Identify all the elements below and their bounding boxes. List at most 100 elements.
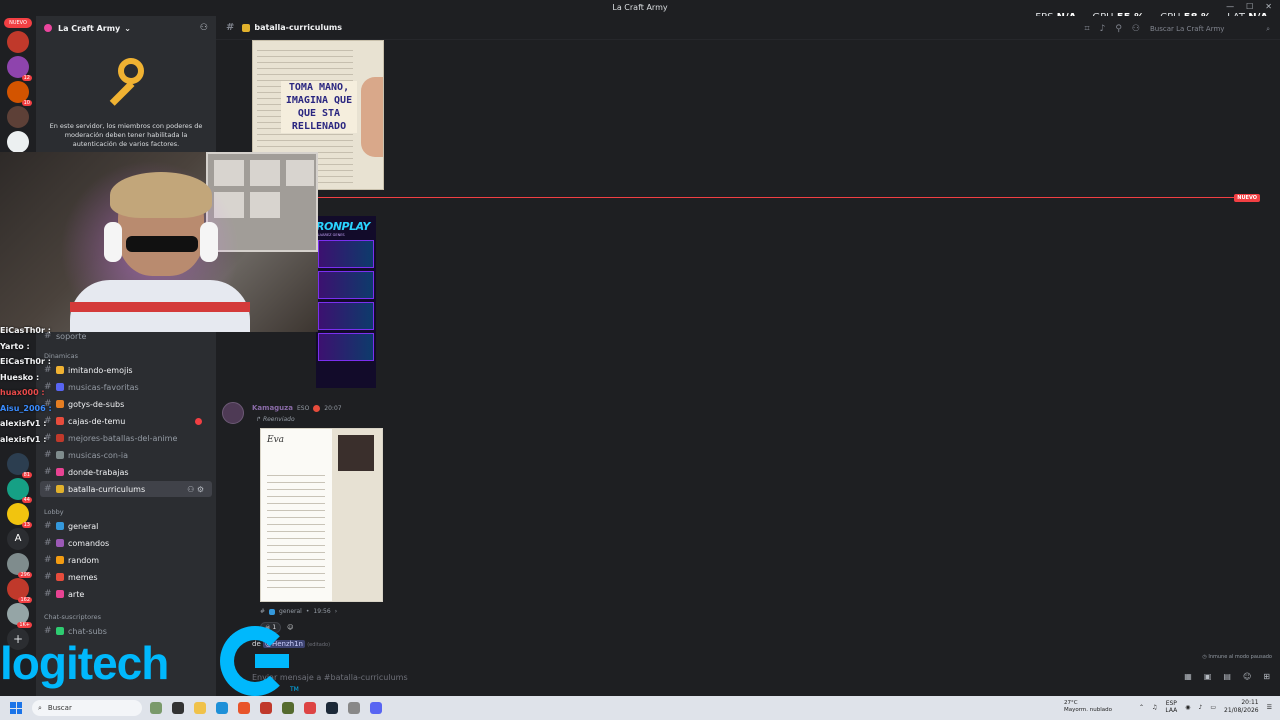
chat-user: Huesko : — [0, 372, 40, 382]
avatar[interactable] — [222, 402, 244, 424]
taskbar-search[interactable]: ⌕ Buscar — [32, 700, 142, 716]
close-icon[interactable]: ✕ — [1265, 2, 1272, 11]
image-caption: TOMA MANO, IMAGINA QUE QUE STA RELLENADO — [281, 81, 357, 133]
app-icon[interactable] — [304, 702, 316, 714]
threads-icon[interactable]: ⌗ — [1085, 24, 1090, 34]
channel-comandos[interactable]: # comandos — [40, 535, 212, 551]
message-list: TOMA MANO, IMAGINA QUE QUE STA RELLENADO… — [216, 40, 1280, 664]
channel-random[interactable]: # random — [40, 552, 212, 568]
mute-icon[interactable]: ♪ — [1100, 24, 1106, 34]
start-icon[interactable] — [10, 702, 22, 714]
window-title: La Craft Army — [612, 3, 668, 12]
app-a-icon[interactable]: A — [7, 528, 29, 550]
brave-icon[interactable] — [238, 702, 250, 714]
taskbar: ⌕ Buscar 27°C Mayorm. nublado ⌃ ♫ ESP LAA… — [0, 696, 1280, 720]
server-header[interactable]: La Craft Army ⌄ ⚇ — [36, 16, 216, 40]
emoji-icon[interactable]: ☺ — [1243, 672, 1251, 681]
channel-arte[interactable]: # arte — [40, 586, 212, 602]
chat-user: alexisfv1 : — [0, 434, 47, 444]
server-icon[interactable]: 1K+ — [7, 603, 32, 628]
attachment-image[interactable]: Eva — [260, 428, 383, 602]
server-icon[interactable] — [7, 131, 29, 153]
app-icon[interactable] — [282, 702, 294, 714]
category-lobby[interactable]: Lobby — [44, 508, 64, 516]
new-messages-tag: NUEVO — [1234, 194, 1260, 202]
maximize-icon[interactable]: ☐ — [1246, 2, 1253, 11]
channel-donde-trabajas[interactable]: # donde-trabajas — [40, 464, 212, 480]
server-name: La Craft Army — [58, 23, 121, 33]
chevron-up-icon[interactable]: ⌃ — [1139, 704, 1144, 711]
discord-icon[interactable] — [370, 702, 382, 714]
forwarded-label: ↱ Reenviado — [256, 416, 295, 423]
channel-settings-icon[interactable]: ⚇ ⚙ — [187, 485, 204, 494]
channel-memes[interactable]: # memes — [40, 569, 212, 585]
message-author[interactable]: Kamaguza — [252, 404, 293, 412]
chat-user: huax000 : — [0, 388, 45, 397]
language-indicator[interactable]: ESP LAA — [1165, 700, 1177, 714]
message-input[interactable]: Enviar mensaje a # batalla-curriculums — [246, 668, 1246, 686]
mfa-text: En este servidor, los miembros con poder… — [49, 122, 203, 148]
key-icon — [96, 54, 156, 114]
wifi-icon[interactable]: ◉ — [1185, 704, 1190, 711]
hash-icon: # — [226, 22, 235, 33]
chat-user: EiCasTh0r : — [0, 326, 51, 335]
nuevo-badge: NUEVO — [4, 18, 32, 28]
forward-icon: ↱ — [256, 416, 263, 423]
search-icon: ⌕ — [38, 703, 42, 712]
server-icon[interactable]: 12 — [7, 56, 32, 81]
sticker-icon[interactable]: ▤ — [1223, 672, 1231, 681]
server-icon[interactable]: 10 — [7, 81, 32, 106]
file-explorer-icon[interactable] — [194, 702, 206, 714]
volume-icon[interactable]: ♪ — [1199, 704, 1203, 711]
channel-emoji-icon — [269, 608, 276, 615]
members-icon[interactable]: ⚇ — [1132, 24, 1140, 34]
server-icon[interactable]: 162 — [7, 578, 32, 603]
battery-icon[interactable]: ▭ — [1210, 704, 1216, 711]
notifications-icon[interactable]: ☰ — [1267, 704, 1272, 711]
invite-icon[interactable]: ⚇ — [200, 23, 208, 33]
role-tag: ESO — [296, 404, 310, 412]
server-icon[interactable]: 81 — [7, 453, 32, 478]
steam-icon[interactable] — [326, 702, 338, 714]
gif-icon[interactable]: ▣ — [1204, 672, 1212, 681]
search-input[interactable]: Buscar La Craft Army ⌕ — [1150, 22, 1270, 36]
app-icon[interactable] — [260, 702, 272, 714]
window-controls: — ☐ ✕ — [1226, 2, 1272, 11]
minimize-icon[interactable]: — — [1226, 2, 1234, 11]
chat-user: EiCasTh0r : — [0, 357, 51, 366]
task-view-icon[interactable] — [172, 702, 184, 714]
category-chat-suscriptores[interactable]: Chat-suscriptores — [44, 613, 101, 621]
store-icon[interactable] — [216, 702, 228, 714]
mfa-notice: En este servidor, los miembros con poder… — [36, 46, 216, 149]
server-icon[interactable] — [7, 106, 29, 128]
clock[interactable]: 20:11 21/08/2026 — [1224, 699, 1259, 715]
forward-source[interactable]: # general • 19:56 › — [260, 608, 337, 615]
taskbar-apps — [150, 702, 382, 714]
message-header: Kamaguza ESO 20:07 — [252, 404, 342, 412]
composer: Enviar mensaje a # batalla-curriculums ▦ … — [216, 664, 1280, 692]
slowmode-indicator: ◷ Inmune al modo pausado — [1202, 654, 1272, 660]
channel-batalla-curriculums[interactable]: # batalla-curriculums ⚇ ⚙ — [40, 481, 212, 497]
server-icon[interactable]: 13 — [7, 503, 32, 528]
server-icon[interactable]: 44 — [7, 478, 32, 503]
mic-icon[interactable]: ♫ — [1152, 704, 1157, 711]
server-icon[interactable]: 296 — [7, 553, 32, 578]
server-icon — [44, 24, 52, 32]
gift-icon[interactable]: ▦ — [1184, 672, 1192, 681]
new-messages-divider — [316, 197, 1258, 198]
apps-icon[interactable]: ⊞ — [1263, 672, 1270, 681]
app-icon[interactable] — [150, 702, 162, 714]
chevron-down-icon: ⌄ — [124, 23, 131, 33]
weather-widget[interactable]: 27°C Mayorm. nublado — [1064, 700, 1112, 714]
stream-chat-overlay: EiCasTh0r : Yarto : EiCasTh0r : Huesko :… — [0, 326, 70, 450]
channel-title: batalla-curriculums — [254, 23, 342, 32]
logitech-logo: logitech TM — [0, 626, 300, 696]
channel-emoji-icon — [242, 23, 251, 32]
pin-icon[interactable]: ⚲ — [1115, 24, 1122, 34]
channel-general[interactable]: # general — [40, 518, 212, 534]
server-icon[interactable] — [7, 31, 29, 53]
search-icon: ⌕ — [1266, 24, 1270, 33]
attachment-image[interactable]: RONPLAY ALVAREZ GENES — [316, 216, 376, 388]
composer-tools: ▦ ▣ ▤ ☺ ⊞ — [1184, 672, 1270, 681]
settings-icon[interactable] — [348, 702, 360, 714]
